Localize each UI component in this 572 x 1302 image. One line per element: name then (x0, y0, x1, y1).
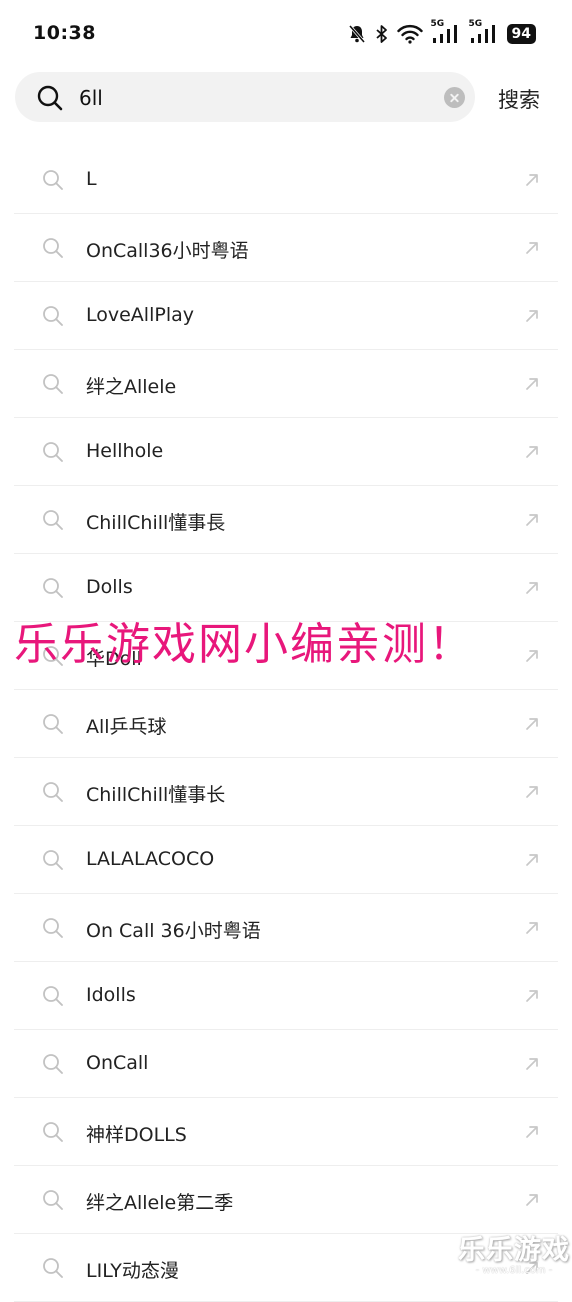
search-icon (43, 306, 63, 326)
suggestion-item[interactable]: ChillChill懂事長 (0, 486, 572, 554)
search-bar[interactable]: 6ll (15, 72, 475, 122)
suggestion-item[interactable]: L (0, 146, 572, 214)
search-icon (43, 986, 63, 1006)
search-icon (43, 850, 63, 870)
status-bar: 10:38 5G 5G 94 (0, 0, 572, 66)
suggestion-label: OnCall (86, 1052, 149, 1074)
suggestion-item[interactable]: OnCall (0, 1030, 572, 1098)
suggestion-item[interactable]: 神样DOLLS (0, 1098, 572, 1166)
search-icon (43, 918, 63, 938)
status-icons: 5G 5G 94 (347, 19, 536, 46)
suggestion-label: 神样DOLLS (86, 1124, 187, 1146)
arrow-up-left-icon[interactable] (524, 988, 540, 1004)
suggestion-item[interactable]: 绊之Allele (0, 350, 572, 418)
network-type-2: 5G (468, 19, 483, 29)
arrow-up-left-icon[interactable] (524, 1124, 540, 1140)
arrow-up-left-icon[interactable] (524, 784, 540, 800)
suggestion-label: On Call 36小时粤语 (86, 920, 261, 942)
arrow-up-left-icon[interactable] (524, 1192, 540, 1208)
search-icon (43, 238, 63, 258)
suggestion-item[interactable]: All乒乓球 (0, 690, 572, 758)
suggestion-item[interactable]: Hellhole (0, 418, 572, 486)
arrow-up-left-icon[interactable] (524, 716, 540, 732)
bell-muted-icon (348, 25, 365, 43)
suggestion-label: ChillChill懂事长 (86, 784, 226, 806)
suggestion-label: All乒乓球 (86, 716, 167, 738)
arrow-up-left-icon[interactable] (524, 648, 540, 664)
search-button[interactable]: 搜索 (498, 84, 540, 114)
status-time: 10:38 (33, 22, 96, 44)
search-input[interactable]: 6ll (79, 86, 103, 110)
network-type-1: 5G (430, 19, 445, 29)
suggestion-label: OnCall36小时粤语 (86, 240, 249, 262)
suggestion-label: 绊之Allele第二季 (86, 1192, 234, 1214)
search-icon (37, 85, 63, 111)
suggestion-label: Dolls (86, 576, 133, 598)
search-icon (43, 510, 63, 530)
logo-text: 乐乐游戏 (458, 1235, 570, 1266)
arrow-up-left-icon[interactable] (524, 580, 540, 596)
clear-icon[interactable] (444, 87, 465, 108)
suggestion-label: L (86, 168, 97, 190)
search-icon (43, 170, 63, 190)
arrow-up-left-icon[interactable] (524, 376, 540, 392)
suggestion-label: Idolls (86, 984, 136, 1006)
arrow-up-left-icon[interactable] (524, 512, 540, 528)
search-icon (43, 1258, 63, 1278)
suggestion-label: 绊之Allele (86, 376, 177, 398)
suggestion-label: Hellhole (86, 440, 164, 462)
suggestion-item[interactable]: 绊之Allele第二季 (0, 1166, 572, 1234)
search-icon (43, 782, 63, 802)
suggestion-item[interactable]: LoveAllPlay (0, 282, 572, 350)
suggestion-item[interactable]: LALALACOCO (0, 826, 572, 894)
suggestion-item[interactable]: ChillChill懂事长 (0, 758, 572, 826)
search-icon (43, 374, 63, 394)
suggestion-item[interactable]: OnCall36小时粤语 (0, 214, 572, 282)
arrow-up-left-icon[interactable] (524, 1056, 540, 1072)
suggestion-list: L OnCall36小时粤语 LoveAllPlay 绊之Allele Hell… (0, 146, 572, 1302)
site-logo-watermark: 乐乐游戏 - www.6ll.com - (458, 1228, 570, 1276)
search-icon (43, 1190, 63, 1210)
battery-level: 94 (506, 24, 536, 44)
arrow-up-left-icon[interactable] (524, 852, 540, 868)
arrow-up-left-icon[interactable] (524, 172, 540, 188)
suggestion-label: ChillChill懂事長 (86, 512, 226, 534)
signal-2: 5G (469, 19, 499, 44)
suggestion-label: LALALACOCO (86, 848, 215, 870)
suggestion-item[interactable]: Idolls (0, 962, 572, 1030)
search-icon (43, 578, 63, 598)
bluetooth-icon (375, 25, 387, 43)
search-icon (43, 714, 63, 734)
wifi-icon (396, 24, 423, 44)
arrow-up-left-icon[interactable] (524, 240, 540, 256)
search-icon (43, 442, 63, 462)
search-icon (43, 1122, 63, 1142)
arrow-up-left-icon[interactable] (524, 920, 540, 936)
arrow-up-left-icon[interactable] (524, 308, 540, 324)
watermark-text: 乐乐游戏网小编亲测！ (14, 619, 474, 670)
search-icon (43, 1054, 63, 1074)
signal-1: 5G (431, 19, 461, 44)
suggestion-label: LoveAllPlay (86, 304, 194, 326)
suggestion-item[interactable]: On Call 36小时粤语 (0, 894, 572, 962)
arrow-up-left-icon[interactable] (524, 444, 540, 460)
